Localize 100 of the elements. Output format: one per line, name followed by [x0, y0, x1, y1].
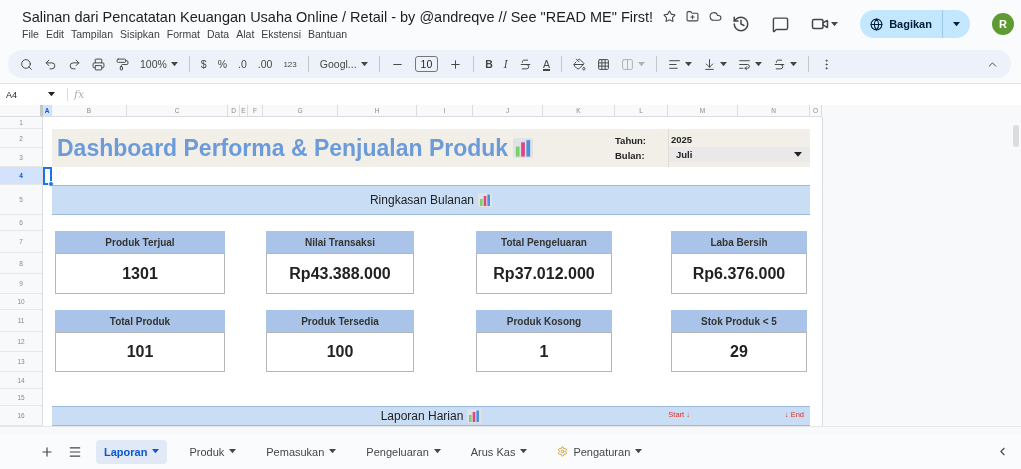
redo-icon[interactable]: [68, 57, 81, 71]
month-dropdown[interactable]: Juli: [669, 147, 810, 162]
month-label: Bulan:: [615, 150, 646, 161]
menu-item[interactable]: Data: [207, 27, 230, 40]
strikethrough-icon[interactable]: [519, 57, 532, 71]
menu-item[interactable]: Edit: [45, 27, 64, 40]
search-icon[interactable]: [20, 57, 33, 71]
paint-bucket-icon[interactable]: [573, 57, 586, 71]
card-label: Stok Produk < 5: [671, 310, 807, 332]
undo-icon[interactable]: [44, 57, 57, 71]
menu-item[interactable]: Bantuan: [308, 27, 348, 40]
increase-decimals-button[interactable]: .00: [257, 58, 273, 70]
star-icon[interactable]: [663, 10, 677, 23]
card-label: Laba Bersih: [671, 231, 807, 253]
bar-chart-icon: [467, 409, 482, 423]
caret-icon: [329, 449, 337, 454]
menu-item[interactable]: Tampilan: [71, 27, 114, 40]
arrow-down-icon: [703, 57, 716, 71]
caret-icon: [638, 61, 645, 67]
year-label: Tahun:: [615, 135, 647, 146]
card-value: 1: [476, 332, 612, 372]
caret-icon: [952, 21, 960, 27]
caret-icon: [790, 61, 797, 67]
menu-item[interactable]: Format: [166, 27, 200, 40]
card-value: 1301: [55, 253, 225, 294]
bar-chart-icon: [513, 138, 534, 158]
align-left-icon: [668, 57, 681, 71]
rotate-button[interactable]: [773, 57, 797, 71]
cell-reference[interactable]: A4: [6, 89, 36, 100]
menu-item[interactable]: File: [22, 27, 39, 40]
vertical-scrollbar[interactable]: [1013, 125, 1019, 147]
folder-plus-icon[interactable]: [686, 10, 700, 23]
card-label: Total Pengeluaran: [476, 231, 612, 253]
sheet-tab[interactable]: Arus Kas: [462, 439, 536, 464]
sheet-tab[interactable]: Laporan: [96, 439, 168, 464]
card-value: Rp6.376.000: [671, 253, 807, 294]
grid-icon[interactable]: [597, 57, 610, 71]
sheet-tab[interactable]: Produk: [181, 439, 245, 464]
caret-icon: [755, 61, 762, 67]
formula-label: fx: [67, 88, 85, 101]
caret-icon: [685, 61, 692, 67]
print-icon[interactable]: [92, 57, 105, 71]
card-label: Total Produk: [55, 310, 225, 332]
zoom-dropdown[interactable]: 100%: [140, 58, 178, 70]
card-label: Produk Terjual: [55, 231, 225, 253]
share-button[interactable]: Bagikan: [860, 10, 970, 38]
history-icon[interactable]: [732, 15, 751, 33]
caret-icon: [48, 92, 55, 97]
caret-icon: [831, 21, 839, 27]
card-label: Nilai Transaksi: [266, 231, 414, 253]
caret-icon: [433, 449, 441, 454]
font-dropdown[interactable]: Googl...: [319, 58, 368, 70]
caret-icon: [720, 61, 727, 67]
decrease-decimals-button[interactable]: .0: [238, 58, 247, 70]
avatar[interactable]: R: [991, 13, 1014, 35]
year-value: 2025: [670, 134, 694, 145]
add-sheet-icon[interactable]: [40, 444, 54, 459]
caret-icon: [794, 152, 802, 157]
cloud-icon[interactable]: [709, 10, 723, 23]
vertical-align-button[interactable]: [703, 57, 727, 71]
currency-button[interactable]: $: [200, 58, 207, 70]
percent-button[interactable]: %: [217, 58, 228, 70]
caret-icon: [229, 449, 237, 454]
bar-chart-icon: [478, 193, 493, 207]
sheet-tab[interactable]: Pengaturan: [549, 439, 651, 464]
card-value: 29: [671, 332, 807, 372]
section-title: Laporan Harian: [380, 409, 464, 423]
selected-cell[interactable]: [43, 167, 52, 185]
section-title: Ringkasan Bulanan: [369, 193, 475, 207]
document-title[interactable]: Salinan dari Pencatatan Keuangan Usaha Online / Retail - by @andreqve // See "READ ME" First!: [22, 8, 654, 25]
card-value: 101: [55, 332, 225, 372]
caret-icon: [635, 449, 643, 454]
paint-roller-icon[interactable]: [116, 57, 129, 71]
plus-icon[interactable]: [449, 57, 463, 71]
card-value: Rp37.012.000: [476, 253, 612, 294]
comment-icon[interactable]: [772, 15, 790, 33]
sheet-tab[interactable]: Pemasukan: [258, 439, 345, 464]
horizontal-scrollbar[interactable]: [0, 426, 1021, 434]
card-label: Produk Kosong: [476, 310, 612, 332]
align-button[interactable]: [668, 57, 692, 71]
wrap-text-icon: [738, 57, 751, 71]
card-value: Rp43.388.000: [266, 253, 414, 294]
italic-button[interactable]: I: [503, 58, 508, 70]
card-value: 100: [266, 332, 414, 372]
bold-button[interactable]: B: [485, 58, 493, 70]
text-color-button[interactable]: A: [543, 58, 550, 70]
wrap-button[interactable]: [738, 57, 762, 71]
menu-item[interactable]: Ekstensi: [261, 27, 301, 40]
merge-icon: [621, 57, 634, 71]
menu-item[interactable]: Alat: [236, 27, 255, 40]
caret-icon: [360, 61, 368, 67]
globe-icon: [870, 17, 884, 31]
caret-icon: [152, 449, 160, 454]
menu-item[interactable]: Sisipkan: [120, 27, 160, 40]
menu-icon[interactable]: [68, 444, 82, 459]
sheet-tab[interactable]: Pengeluaran: [358, 439, 449, 464]
number-format-button[interactable]: 123: [283, 59, 297, 69]
gear-icon: [557, 446, 569, 457]
caret-icon: [170, 61, 178, 67]
font-size-field[interactable]: 10: [414, 56, 439, 72]
